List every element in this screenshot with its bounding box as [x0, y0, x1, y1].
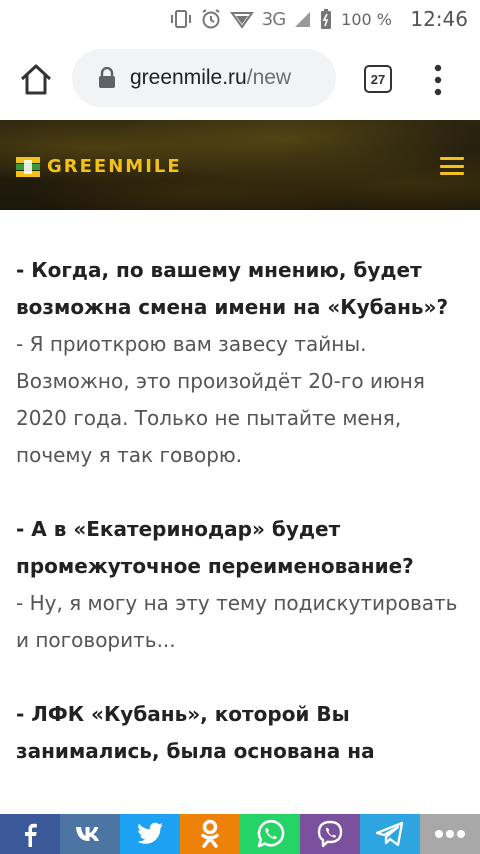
tab-switcher-button[interactable]: 27 [364, 65, 392, 93]
whatsapp-icon [257, 819, 285, 848]
url-path: /new [246, 66, 292, 89]
home-icon [20, 64, 52, 95]
share-viber-button[interactable] [300, 814, 360, 854]
logo-flag-icon [16, 156, 40, 177]
menu-line [440, 172, 464, 175]
ok-icon [201, 819, 219, 848]
network-type: 3G [261, 8, 286, 30]
viber-icon [317, 820, 343, 848]
home-button[interactable] [16, 60, 56, 100]
share-twitter-button[interactable] [120, 814, 180, 854]
interview-question: - А в «Екатеринодар» будет промежуточное… [16, 517, 414, 578]
cell-signal-icon [295, 12, 311, 27]
url-text: greenmile.ru/new [130, 66, 291, 90]
telegram-icon [375, 821, 404, 847]
vk-icon [76, 827, 99, 841]
share-telegram-button[interactable] [360, 814, 420, 854]
clock: 12:46 [410, 7, 468, 31]
interview-answer: - Я приоткрою вам завесу тайны. Возможно… [16, 332, 425, 467]
share-whatsapp-button[interactable] [240, 814, 300, 854]
address-bar[interactable]: greenmile.ru/new [72, 49, 336, 107]
more-icon [435, 830, 465, 838]
article-body: - Когда, по вашему мнению, будет возможн… [16, 252, 466, 770]
vibrate-icon [170, 10, 191, 28]
more-vert-icon [434, 64, 442, 96]
twitter-icon [137, 822, 163, 844]
site-logo[interactable]: GREENMILE [16, 156, 182, 177]
interview-question: - Когда, по вашему мнению, будет возможн… [16, 258, 449, 319]
facebook-icon [25, 823, 37, 847]
share-facebook-button[interactable] [0, 814, 60, 854]
interview-question: - ЛФК «Кубань», которой Вы занимались, б… [16, 702, 375, 763]
logo-text: GREENMILE [47, 156, 182, 177]
site-menu-button[interactable] [440, 157, 464, 175]
lock-icon [99, 67, 115, 88]
status-icons: 3G 100 % [170, 8, 392, 30]
share-more-button[interactable] [420, 814, 480, 854]
share-vk-button[interactable] [60, 814, 120, 854]
status-bar: 3G 100 % 12:46 [0, 0, 480, 38]
share-bar [0, 814, 480, 854]
tab-count: 27 [370, 71, 386, 87]
alarm-icon [202, 9, 220, 29]
menu-line [440, 157, 464, 160]
battery-percent: 100 % [341, 9, 392, 29]
share-ok-button[interactable] [180, 814, 240, 854]
browser-toolbar: greenmile.ru/new 27 [0, 38, 480, 120]
interview-answer: - Ну, я могу на эту тему подискутировать… [16, 591, 458, 652]
url-domain: greenmile.ru [130, 66, 247, 89]
site-header: GREENMILE [0, 120, 480, 210]
battery-icon [321, 9, 332, 29]
menu-line [440, 164, 464, 168]
signal-strength-icon [229, 12, 254, 29]
browser-menu-button[interactable] [428, 63, 448, 97]
